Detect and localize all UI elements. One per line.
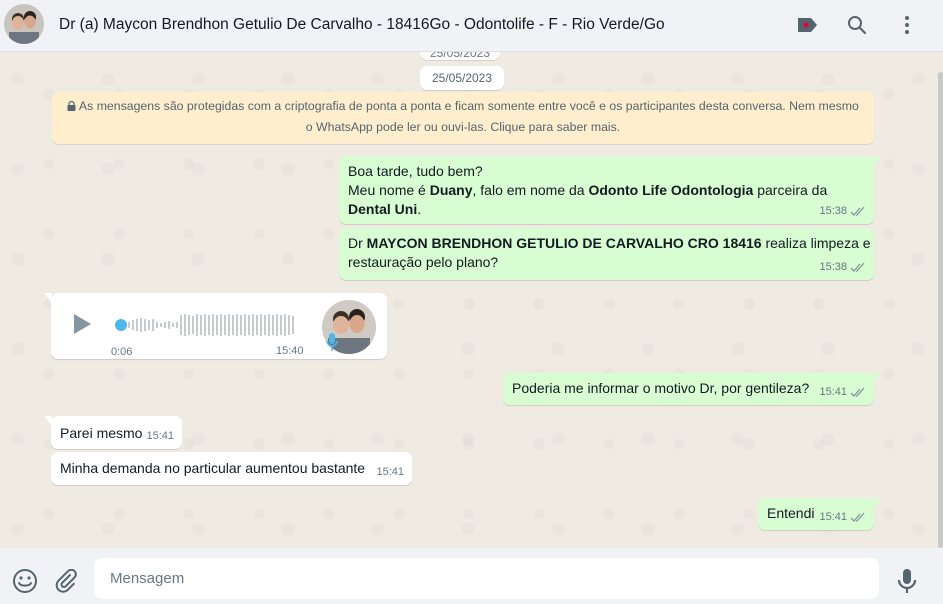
search-icon[interactable] xyxy=(845,13,869,37)
message-text: parceira da xyxy=(753,182,828,198)
date-pill-sticky: 25/05/2023 xyxy=(420,52,500,60)
message-outgoing[interactable]: Poderia me informar o motivo Dr, por gen… xyxy=(503,373,881,405)
bubble-tail xyxy=(873,498,881,508)
date-pill: 25/05/2023 xyxy=(420,66,504,90)
double-check-icon xyxy=(850,206,865,216)
message-bold-text: MAYCON BRENDHON GETULIO DE CARVALHO CRO … xyxy=(366,235,762,251)
message-incoming[interactable]: Minha demanda no particular aumentou bas… xyxy=(51,452,412,485)
message-text: , falo em nome da xyxy=(472,182,589,198)
audio-duration: 0:06 xyxy=(111,346,133,358)
message-text: Entendi xyxy=(767,505,815,521)
message-time: 15:38 xyxy=(819,205,847,217)
message-time: 15:41 xyxy=(819,386,847,398)
message-meta: 15:38 xyxy=(819,202,866,221)
contact-avatar[interactable] xyxy=(4,4,44,44)
scrollbar[interactable] xyxy=(938,72,943,548)
message-text: Meu nome é xyxy=(348,182,430,198)
message-time: 15:41 xyxy=(376,466,404,478)
audio-progress-dot[interactable] xyxy=(115,319,127,331)
message-text: Boa tarde, tudo bem? xyxy=(348,163,483,179)
message-text: . xyxy=(417,201,422,217)
message-input[interactable] xyxy=(94,558,879,599)
double-check-icon xyxy=(850,387,865,397)
message-outgoing[interactable]: Dr MAYCON BRENDHON GETULIO DE CARVALHO C… xyxy=(339,228,874,280)
bubble-tail xyxy=(44,293,52,303)
message-meta: 15:41 xyxy=(819,383,866,402)
message-text: restauração pelo plano? xyxy=(348,254,499,270)
encryption-text-line1: As mensagens são protegidas com a cripto… xyxy=(78,99,859,113)
microphone-icon[interactable] xyxy=(894,568,920,594)
compose-bar xyxy=(0,548,943,604)
play-icon[interactable] xyxy=(71,313,93,340)
emoji-icon[interactable] xyxy=(12,568,38,594)
message-time: 15:41 xyxy=(146,430,174,442)
message-time: 15:41 xyxy=(819,511,847,523)
message-bold-text: Duany xyxy=(429,182,473,198)
encryption-notice[interactable]: As mensagens são protegidas com a cripto… xyxy=(52,92,874,144)
bubble-tail xyxy=(44,416,52,426)
encryption-text-line2: o WhatsApp pode ler ou ouvi-las. Clique … xyxy=(305,120,621,134)
message-text: realiza limpeza e xyxy=(761,235,871,251)
message-outgoing[interactable]: Entendi 15:41 xyxy=(758,498,881,530)
message-text: Dr xyxy=(348,235,367,251)
audio-waveform[interactable] xyxy=(128,313,298,337)
bubble-tail xyxy=(873,373,881,383)
bubble-tail xyxy=(873,156,881,166)
voice-message-incoming[interactable]: 0:06 15:40 xyxy=(44,293,387,359)
message-time: 15:40 xyxy=(276,345,304,357)
message-bold-text: Odonto Life Odontologia xyxy=(588,182,754,198)
message-incoming[interactable]: Parei mesmo 15:41 xyxy=(44,416,182,449)
label-icon[interactable] xyxy=(795,13,819,37)
double-check-icon xyxy=(850,262,865,272)
lock-icon xyxy=(67,100,76,111)
message-bold-text: Dental Uni xyxy=(348,201,418,217)
message-text: Poderia me informar o motivo Dr, por gen… xyxy=(512,380,810,396)
message-text: Minha demanda no particular aumentou bas… xyxy=(60,460,366,476)
message-outgoing[interactable]: Boa tarde, tudo bem? Meu nome é Duany, f… xyxy=(339,156,881,224)
double-check-icon xyxy=(850,512,865,522)
message-time: 15:38 xyxy=(819,261,847,273)
microphone-icon xyxy=(326,332,338,357)
message-list[interactable]: 25/05/2023 25/05/2023 As mensagens são p… xyxy=(0,52,943,548)
message-meta: 15:38 xyxy=(819,258,866,277)
menu-icon[interactable] xyxy=(895,13,919,37)
chat-header[interactable]: Dr (a) Maycon Brendhon Getulio De Carval… xyxy=(0,0,943,52)
message-meta: 15:41 xyxy=(819,508,866,527)
chat-title[interactable]: Dr (a) Maycon Brendhon Getulio De Carval… xyxy=(59,16,665,34)
message-text: Parei mesmo xyxy=(60,425,143,441)
attach-icon[interactable] xyxy=(53,568,79,594)
